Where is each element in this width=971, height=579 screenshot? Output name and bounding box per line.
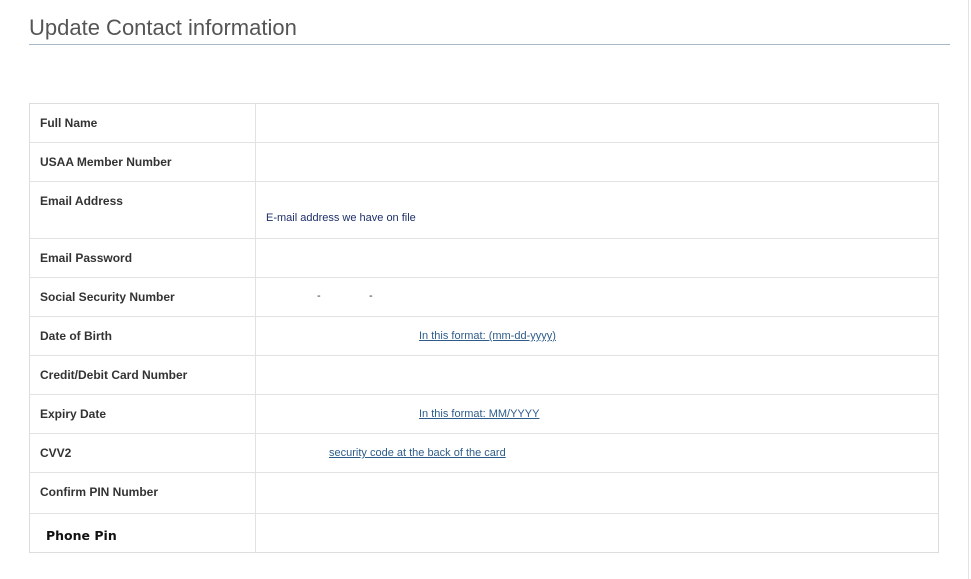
row-ssn: Social Security Number - - bbox=[29, 277, 939, 317]
row-expiry: Expiry Date In this format: MM/YYYY bbox=[29, 394, 939, 434]
row-cvv2: CVV2 security code at the back of the ca… bbox=[29, 433, 939, 473]
dob-label: Date of Birth bbox=[29, 316, 256, 356]
page-title: Update Contact information bbox=[29, 15, 297, 40]
expiry-field[interactable]: In this format: MM/YYYY bbox=[255, 394, 939, 434]
cvv2-field[interactable]: security code at the back of the card bbox=[255, 433, 939, 473]
title-divider bbox=[29, 44, 950, 45]
full-name-label: Full Name bbox=[29, 103, 256, 143]
row-email-password: Email Password bbox=[29, 238, 939, 278]
dob-field[interactable]: In this format: (mm-dd-yyyy) bbox=[255, 316, 939, 356]
ssn-label: Social Security Number bbox=[29, 277, 256, 317]
email-password-label: Email Password bbox=[29, 238, 256, 278]
ssn-field[interactable]: - - bbox=[255, 277, 939, 317]
row-dob: Date of Birth In this format: (mm-dd-yyy… bbox=[29, 316, 939, 356]
cvv2-label: CVV2 bbox=[29, 433, 256, 473]
ssn-separator-1: - bbox=[317, 290, 321, 302]
row-member-number: USAA Member Number bbox=[29, 142, 939, 182]
phone-pin-label-cell: Phone Pin bbox=[29, 513, 256, 553]
row-full-name: Full Name bbox=[29, 103, 939, 143]
confirm-pin-field[interactable] bbox=[255, 472, 939, 514]
update-contact-page: Update Contact information Full Name USA… bbox=[0, 0, 971, 579]
member-number-field[interactable] bbox=[255, 142, 939, 182]
row-email-address: Email Address E-mail address we have on … bbox=[29, 181, 939, 239]
card-number-label: Credit/Debit Card Number bbox=[29, 355, 256, 395]
contact-form-table: Full Name USAA Member Number Email Addre… bbox=[29, 103, 939, 553]
ssn-separator-2: - bbox=[369, 290, 373, 302]
phone-pin-field[interactable] bbox=[255, 513, 939, 553]
expiry-label: Expiry Date bbox=[29, 394, 256, 434]
email-address-label: Email Address bbox=[29, 181, 256, 239]
full-name-field[interactable] bbox=[256, 104, 939, 143]
row-confirm-pin: Confirm PIN Number bbox=[29, 472, 939, 514]
dob-format-hint-link[interactable]: In this format: (mm-dd-yyyy) bbox=[419, 330, 556, 342]
email-password-field[interactable] bbox=[255, 238, 939, 278]
email-address-field[interactable]: E-mail address we have on file bbox=[255, 181, 939, 239]
right-edge-divider bbox=[968, 0, 969, 579]
cvv2-hint-link[interactable]: security code at the back of the card bbox=[329, 447, 506, 459]
confirm-pin-label: Confirm PIN Number bbox=[29, 472, 256, 514]
phone-pin-label: Phone Pin bbox=[46, 528, 117, 543]
row-card-number: Credit/Debit Card Number bbox=[29, 355, 939, 395]
member-number-label: USAA Member Number bbox=[29, 142, 256, 182]
card-number-field[interactable] bbox=[255, 355, 939, 395]
expiry-format-hint-link[interactable]: In this format: MM/YYYY bbox=[419, 408, 539, 420]
email-address-hint: E-mail address we have on file bbox=[266, 212, 416, 224]
row-phone-pin: Phone Pin bbox=[29, 513, 939, 553]
